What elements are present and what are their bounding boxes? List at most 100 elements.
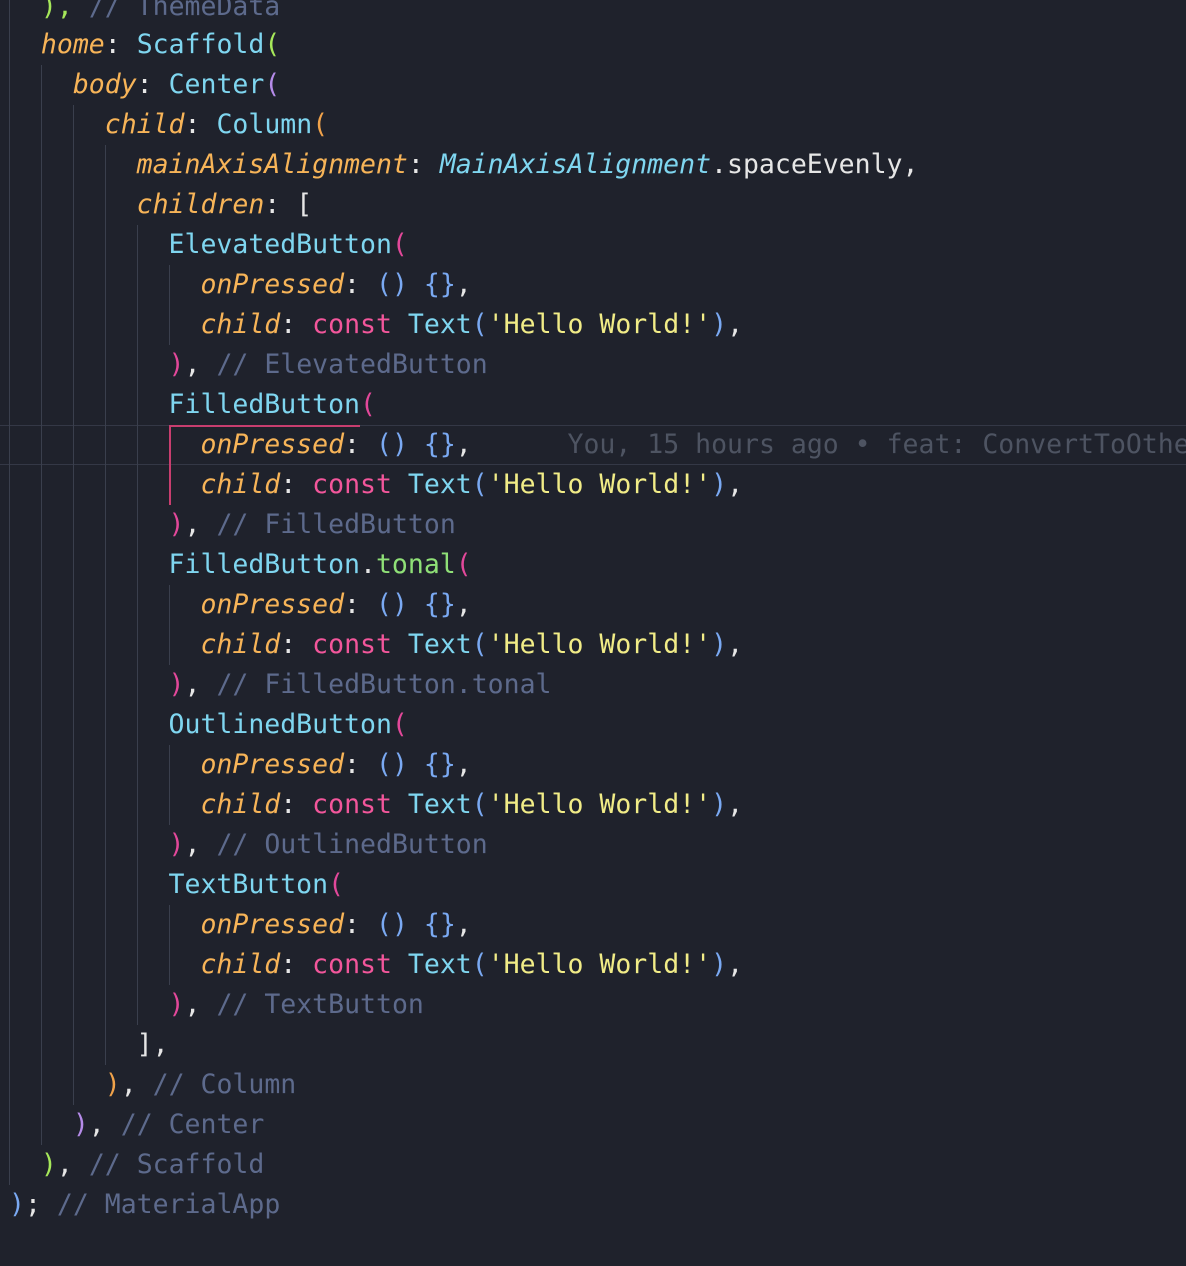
code-line[interactable]: onPressed: () {}, [9, 585, 472, 625]
code-editor[interactable]: ), // ThemeData home: Scaffold( body: Ce… [0, 0, 1186, 1266]
code-line[interactable]: ElevatedButton( [9, 225, 408, 265]
class-name: OutlinedButton [168, 709, 392, 740]
code-line[interactable]: ), // TextButton [9, 985, 424, 1025]
enum-name: MainAxisAlignment [439, 149, 712, 180]
code-line[interactable]: ); // MaterialApp [9, 1185, 280, 1225]
code-line[interactable]: child: const Text('Hello World!'), [9, 945, 743, 985]
comma: , [455, 589, 472, 620]
string-literal: 'Hello World!' [487, 789, 712, 820]
comma: , [727, 789, 744, 820]
code-line[interactable]: children: [ [9, 185, 313, 225]
class-name: Text [407, 629, 472, 660]
braces: {} [423, 429, 456, 460]
class-name: Column [216, 109, 313, 140]
property-name: home [40, 29, 105, 60]
colon: : [344, 909, 361, 940]
code-line[interactable]: ), // Center [9, 1105, 265, 1145]
code-line[interactable]: ), // ThemeData [9, 0, 280, 27]
code-line[interactable]: body: Center( [9, 65, 280, 105]
closing-paren: ) [168, 829, 185, 860]
code-line[interactable]: child: const Text('Hello World!'), [9, 785, 743, 825]
colon: : [407, 149, 424, 180]
code-line[interactable]: ), // FilledButton [9, 505, 456, 545]
property-name: onPressed [200, 749, 345, 780]
closing-bracket: ], [136, 1029, 169, 1060]
code-line[interactable]: ), // ElevatedButton [9, 345, 488, 385]
colon: : [136, 69, 153, 100]
code-line[interactable]: ), // Scaffold [9, 1145, 264, 1185]
method-name: tonal [375, 549, 456, 580]
open-paren: ( [471, 629, 488, 660]
code-line[interactable]: child: Column( [9, 105, 328, 145]
comma: , [184, 989, 201, 1020]
code-line[interactable]: FilledButton.tonal( [9, 545, 472, 585]
class-name: Text [407, 949, 472, 980]
closing-paren: ) [711, 949, 728, 980]
open-paren: ( [264, 29, 281, 60]
code-line[interactable]: ), // Column [9, 1065, 297, 1105]
code-line[interactable]: ), // OutlinedButton [9, 825, 488, 865]
code-line[interactable]: home: Scaffold( [9, 25, 280, 65]
colon: : [264, 189, 281, 220]
code-comment: // FilledButton [216, 509, 456, 540]
property-name: mainAxisAlignment [136, 149, 408, 180]
code-line[interactable]: onPressed: () {}, [9, 905, 471, 945]
property-name: child [104, 109, 185, 140]
class-name: FilledButton [168, 549, 360, 580]
open-paren: ( [471, 949, 488, 980]
keyword: const [312, 789, 392, 820]
property-name: child [200, 469, 281, 500]
code-comment: // Center [120, 1109, 265, 1140]
property-name: onPressed [200, 429, 345, 460]
code-line-current[interactable]: onPressed: () {}, You, 15 hours ago • fe… [9, 425, 1186, 465]
git-blame-annotation[interactable]: You, 15 hours ago • feat: ConvertToOthe [568, 429, 1186, 460]
code-line[interactable]: onPressed: () {}, [9, 265, 471, 305]
open-bracket: [ [296, 189, 313, 220]
colon: : [344, 429, 361, 460]
code-line[interactable]: child: const Text('Hello World!'), [9, 625, 743, 665]
closing-paren: ) [72, 1109, 89, 1140]
closing-paren: ) [168, 349, 185, 380]
comma: , [727, 949, 744, 980]
parens: () [375, 589, 408, 620]
closing-paren: ) [104, 1069, 121, 1100]
code-line[interactable]: OutlinedButton( [9, 705, 408, 745]
closing-paren: ) [9, 1189, 25, 1220]
class-name: ElevatedButton [168, 229, 392, 260]
open-paren: ( [328, 869, 345, 900]
code-comment: // Column [152, 1069, 297, 1100]
closing-paren: ) [711, 789, 728, 820]
code-line[interactable]: TextButton( [9, 865, 345, 905]
colon: : [344, 269, 361, 300]
code-comment: // FilledButton.tonal [216, 669, 552, 700]
closing-paren: ) [711, 629, 728, 660]
code-line[interactable]: mainAxisAlignment: MainAxisAlignment.spa… [9, 145, 919, 185]
keyword: const [312, 309, 392, 340]
property-name: onPressed [200, 589, 345, 620]
class-name: Text [407, 789, 472, 820]
class-name: Text [407, 469, 472, 500]
closing-paren: ) [711, 309, 728, 340]
comma: , [120, 1069, 137, 1100]
comma: , [56, 1149, 73, 1180]
code-line[interactable]: ), // FilledButton.tonal [9, 665, 552, 705]
colon: : [280, 789, 297, 820]
open-paren: ( [312, 109, 329, 140]
open-paren: ( [471, 309, 488, 340]
dot: . [360, 549, 376, 580]
string-literal: 'Hello World!' [487, 949, 712, 980]
open-paren: ( [471, 469, 488, 500]
closing-paren: ), [40, 0, 73, 22]
code-line[interactable]: FilledButton( [9, 385, 376, 425]
enum-member: .spaceEvenly, [711, 149, 919, 180]
braces: {} [423, 909, 456, 940]
parens: () [375, 749, 408, 780]
code-line[interactable]: child: const Text('Hello World!'), [9, 465, 743, 505]
code-line[interactable]: onPressed: () {}, [9, 745, 471, 785]
code-line[interactable]: child: const Text('Hello World!'), [9, 305, 743, 345]
closing-paren: ) [168, 989, 185, 1020]
property-name: child [200, 949, 281, 980]
comma: , [184, 509, 201, 540]
code-line[interactable]: ], [9, 1025, 169, 1065]
colon: : [280, 469, 297, 500]
